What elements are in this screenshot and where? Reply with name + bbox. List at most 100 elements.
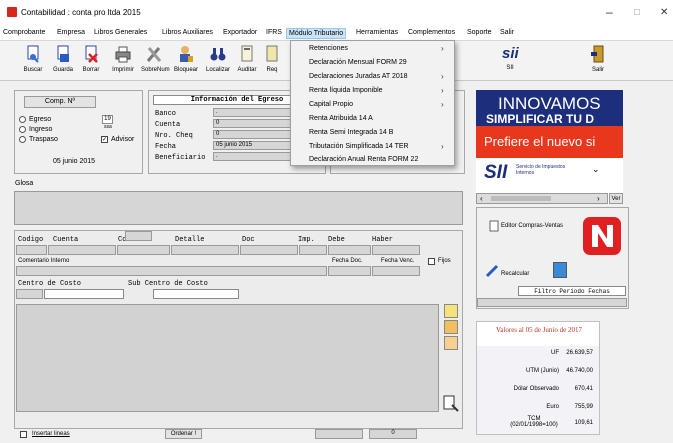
guarda-button[interactable]: Guarda: [50, 45, 76, 73]
insertar-label: Insertar lineas: [32, 431, 70, 437]
maximize-button[interactable]: □: [634, 7, 640, 18]
app-logo-icon[interactable]: [583, 217, 621, 255]
req-label: Req: [266, 67, 278, 73]
submenu-arrow-icon: ›: [441, 86, 444, 95]
dd-capital-propio[interactable]: Capital Propio: [309, 101, 353, 108]
salir-button[interactable]: Salir: [585, 45, 611, 73]
debe-input[interactable]: [328, 245, 371, 255]
remove-line-icon[interactable]: [444, 336, 458, 350]
dd-form22[interactable]: Declaración Anual Renta FORM 22: [309, 156, 418, 163]
advisor-checkbox[interactable]: ✓: [101, 136, 108, 143]
detalle-input[interactable]: [171, 245, 239, 255]
sii-ad-banner[interactable]: INNOVAMOS SIMPLIFICAR TU D Prefiere el n…: [476, 90, 623, 204]
col-cuenta: Cuenta: [53, 236, 79, 244]
glosa-field[interactable]: [14, 191, 463, 225]
editor-compras-link[interactable]: Editor Compras-Ventas: [501, 223, 563, 229]
menu-bar: Comprobante Empresa Libros Generales Lib…: [0, 27, 673, 41]
dd-retenciones[interactable]: Retenciones: [309, 45, 348, 52]
haber-input[interactable]: [372, 245, 420, 255]
ad-sii-logo: SII: [484, 162, 508, 183]
comentario-input[interactable]: [16, 266, 327, 276]
ad-sii-text: Servicio de Impuestos Internos: [516, 164, 566, 176]
edit-line-icon[interactable]: [444, 320, 458, 334]
menu-libros-auxiliares[interactable]: Libros Auxiliares: [162, 29, 213, 36]
bloquear-button[interactable]: Bloquear: [173, 45, 199, 73]
fecha-doc-input[interactable]: [328, 266, 371, 276]
comp-date: 05 junio 2015: [53, 158, 96, 165]
req-button[interactable]: Req: [259, 45, 285, 73]
borrar-button[interactable]: Borrar: [78, 45, 104, 73]
menu-empresa[interactable]: Empresa: [57, 29, 85, 36]
menu-ifrs[interactable]: IFRS: [266, 29, 282, 36]
add-line-icon[interactable]: [444, 304, 458, 318]
close-button[interactable]: ✕: [660, 7, 668, 18]
sobrenum-button[interactable]: SobreNum: [141, 45, 170, 73]
radio-traspaso-label: Traspaso: [29, 136, 58, 143]
app-icon: [7, 7, 17, 17]
dd-declaraciones-juradas[interactable]: Declaraciones Juradas AT 2018: [309, 73, 408, 80]
dd-tributacion-simplificada[interactable]: Tributación Simplificada 14 TER: [309, 143, 409, 150]
dd-form29[interactable]: Declaración Mensual FORM 29: [309, 59, 407, 66]
menu-herramientas[interactable]: Herramientas: [356, 29, 398, 36]
centro-costo-label: Centro de Costo: [18, 280, 82, 288]
comp-number-sub: ssa: [104, 124, 112, 130]
menu-exportador[interactable]: Exportador: [223, 29, 257, 36]
menu-complementos[interactable]: Complementos: [408, 29, 455, 36]
imprimir-button[interactable]: Imprimir: [110, 45, 136, 73]
radio-egreso[interactable]: [19, 116, 26, 123]
minimize-button[interactable]: –: [606, 5, 613, 19]
menu-libros-generales[interactable]: Libros Generales: [94, 29, 147, 36]
radio-ingreso[interactable]: [19, 126, 26, 133]
ordenar-button[interactable]: Ordenar !: [165, 429, 202, 439]
exit-door-icon: [591, 45, 604, 63]
subcentro-name-input[interactable]: [153, 289, 239, 299]
recalcular-link[interactable]: Recalcular: [501, 271, 529, 277]
scroll-thumb[interactable]: [491, 196, 551, 201]
filtro-periodo-button[interactable]: Filtro Periodo Fechas: [518, 286, 626, 296]
subcentro-code-input[interactable]: [125, 231, 152, 241]
utm-value: 46.740,00: [566, 368, 593, 374]
localizar-label: Localizar: [205, 67, 230, 73]
ad-line1: INNOVAMOS: [498, 94, 601, 113]
sii-button[interactable]: sii SII: [497, 45, 523, 71]
fecha-venc-label: Fecha Venc.: [381, 258, 415, 264]
filtro-field[interactable]: [477, 298, 627, 307]
dd-renta-semi-integrada[interactable]: Renta Semi Integrada 14 B: [309, 129, 393, 136]
insertar-checkbox[interactable]: [20, 431, 27, 438]
comp-number-button[interactable]: Comp. Nº: [24, 96, 96, 108]
ad-ver-button[interactable]: Ver: [609, 193, 623, 204]
submenu-arrow-icon: ›: [441, 100, 444, 109]
fijos-checkbox[interactable]: [428, 258, 435, 265]
menu-comprobante[interactable]: Comprobante: [3, 29, 45, 36]
scroll-left-icon[interactable]: ‹: [480, 194, 483, 203]
dd-renta-liquida[interactable]: Renta líquida Imponible: [309, 87, 383, 94]
menu-modulo-tributario[interactable]: Módulo Tributario: [286, 28, 347, 39]
dd-renta-atribuida[interactable]: Renta Atribuida 14 A: [309, 115, 373, 122]
localizar-button[interactable]: Localizar: [205, 45, 231, 73]
menu-salir[interactable]: Salir: [500, 29, 514, 36]
codigo-input[interactable]: [16, 245, 47, 255]
radio-traspaso[interactable]: [19, 136, 26, 143]
buscar-label: Buscar: [23, 67, 43, 73]
cuenta-input[interactable]: [48, 245, 116, 255]
comp-number-field[interactable]: 19: [102, 115, 113, 124]
fecha-venc-input[interactable]: [372, 266, 420, 276]
centro-code-input[interactable]: [16, 289, 43, 299]
col-doc: Doc: [242, 236, 255, 244]
scroll-right-icon[interactable]: ›: [597, 194, 600, 203]
ad-scrollbar[interactable]: ‹ ›: [476, 193, 608, 204]
ad-scroll-icon[interactable]: ⌄: [592, 164, 600, 175]
menu-soporte[interactable]: Soporte: [467, 29, 492, 36]
document-cursor-icon[interactable]: [443, 395, 459, 413]
euro-value: 755,99: [574, 404, 593, 410]
doc-input[interactable]: [240, 245, 298, 255]
buscar-button[interactable]: Buscar: [20, 45, 46, 73]
title-bar: Contabilidad : conta pro ltda 2015 – □ ✕: [0, 0, 673, 27]
lines-grid[interactable]: [16, 304, 439, 412]
auditar-button[interactable]: Auditar: [234, 45, 260, 73]
cod-det-input[interactable]: [117, 245, 170, 255]
calculator-icon[interactable]: [553, 262, 567, 278]
save-doc-icon: [57, 45, 69, 62]
imp-input[interactable]: [299, 245, 327, 255]
centro-name-input[interactable]: [44, 289, 124, 299]
